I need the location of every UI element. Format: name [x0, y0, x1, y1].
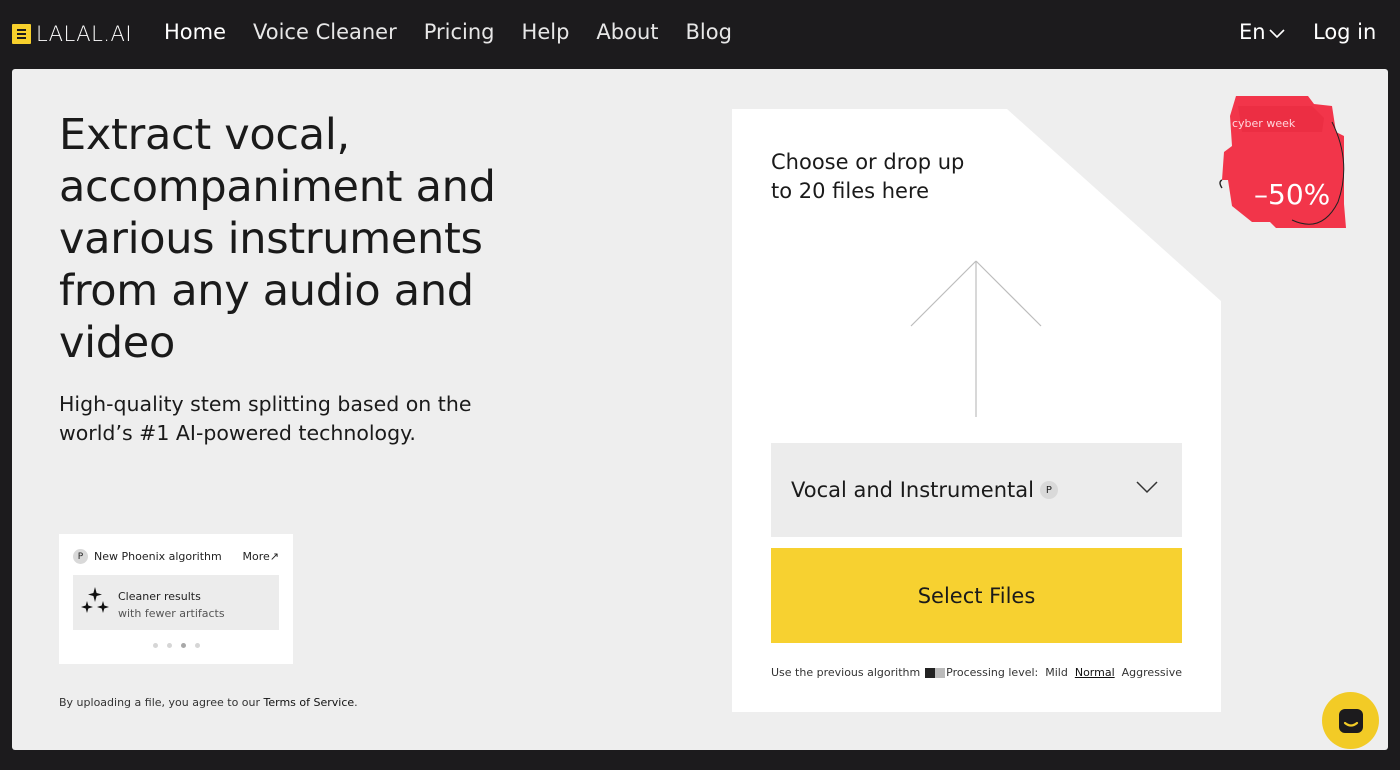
file-upload-dropzone[interactable]: Choose or drop up to 20 files here Vocal…	[732, 109, 1221, 712]
promo-card: Cleaner results with fewer artifacts	[73, 575, 279, 630]
nav-home[interactable]: Home	[164, 20, 226, 44]
promo-card-text: with fewer artifacts	[118, 607, 225, 620]
logo-text: LALAL.AI	[36, 22, 133, 46]
phoenix-badge-icon: P	[1039, 481, 1058, 499]
cyber-week-sale-badge[interactable]: cyber week –50%	[1212, 92, 1354, 234]
terms-prefix: By uploading a file, you agree to our	[59, 696, 264, 709]
promo-heading: P New Phoenix algorithm	[73, 549, 222, 564]
chat-icon	[1338, 708, 1363, 733]
carousel-dot[interactable]	[195, 643, 200, 648]
previous-algorithm-label: Use the previous algorithm	[771, 666, 921, 679]
level-aggressive[interactable]: Aggressive	[1122, 666, 1182, 679]
language-selector[interactable]: En	[1239, 20, 1285, 44]
chat-widget-button[interactable]	[1322, 692, 1379, 749]
processing-level: Processing level: Mild Normal Aggressive	[946, 666, 1182, 679]
select-files-button[interactable]: Select Files	[771, 548, 1182, 643]
chevron-down-icon	[1136, 481, 1158, 494]
nav-blog[interactable]: Blog	[686, 20, 732, 44]
logo-icon	[12, 24, 31, 44]
terms-suffix: .	[354, 696, 358, 709]
nav-pricing[interactable]: Pricing	[424, 20, 495, 44]
hero-title: Extract vocal, accompaniment and various…	[59, 110, 496, 368]
algorithm-select-label: Vocal and Instrumental	[791, 478, 1034, 502]
promo-carousel: P New Phoenix algorithm More↗ Cleaner re…	[59, 534, 293, 664]
carousel-dots	[153, 643, 200, 648]
sale-badge-discount: –50%	[1254, 178, 1330, 211]
main-panel: Extract vocal, accompaniment and various…	[12, 69, 1388, 750]
sale-badge-tag: cyber week	[1232, 117, 1296, 130]
algorithm-select[interactable]: Vocal and Instrumental P	[771, 443, 1182, 537]
carousel-dot[interactable]	[153, 643, 158, 648]
carousel-dot-active[interactable]	[181, 643, 186, 648]
nav-help[interactable]: Help	[522, 20, 570, 44]
promo-card-title: Cleaner results	[118, 590, 201, 603]
previous-algorithm-toggle[interactable]	[925, 667, 946, 678]
processing-level-label: Processing level:	[946, 666, 1039, 679]
login-link[interactable]: Log in	[1313, 20, 1376, 44]
chevron-down-icon	[1269, 29, 1285, 39]
processing-options: Use the previous algorithm Processing le…	[771, 666, 1182, 679]
carousel-dot[interactable]	[167, 643, 172, 648]
dropzone-text: Choose or drop up to 20 files here	[771, 150, 965, 203]
phoenix-badge-icon: P	[73, 549, 88, 564]
hero-subtitle: High-quality stem splitting based on the…	[59, 392, 472, 445]
level-mild[interactable]: Mild	[1045, 666, 1068, 679]
top-navigation-bar: LALAL.AI Home Voice Cleaner Pricing Help…	[0, 0, 1400, 68]
level-normal[interactable]: Normal	[1075, 666, 1115, 679]
language-label: En	[1239, 20, 1266, 44]
main-nav: Home Voice Cleaner Pricing Help About Bl…	[164, 20, 759, 44]
sparkles-icon	[81, 587, 109, 613]
terms-notice: By uploading a file, you agree to our Te…	[59, 696, 358, 709]
promo-heading-text: New Phoenix algorithm	[94, 550, 222, 563]
nav-about[interactable]: About	[596, 20, 658, 44]
algorithm-select-value: Vocal and Instrumental P	[791, 478, 1058, 502]
terms-link[interactable]: Terms of Service	[264, 696, 355, 709]
promo-more-link[interactable]: More↗	[243, 550, 280, 563]
logo[interactable]: LALAL.AI	[12, 21, 132, 47]
nav-voice-cleaner[interactable]: Voice Cleaner	[253, 20, 397, 44]
upload-arrow-icon	[910, 260, 1042, 417]
